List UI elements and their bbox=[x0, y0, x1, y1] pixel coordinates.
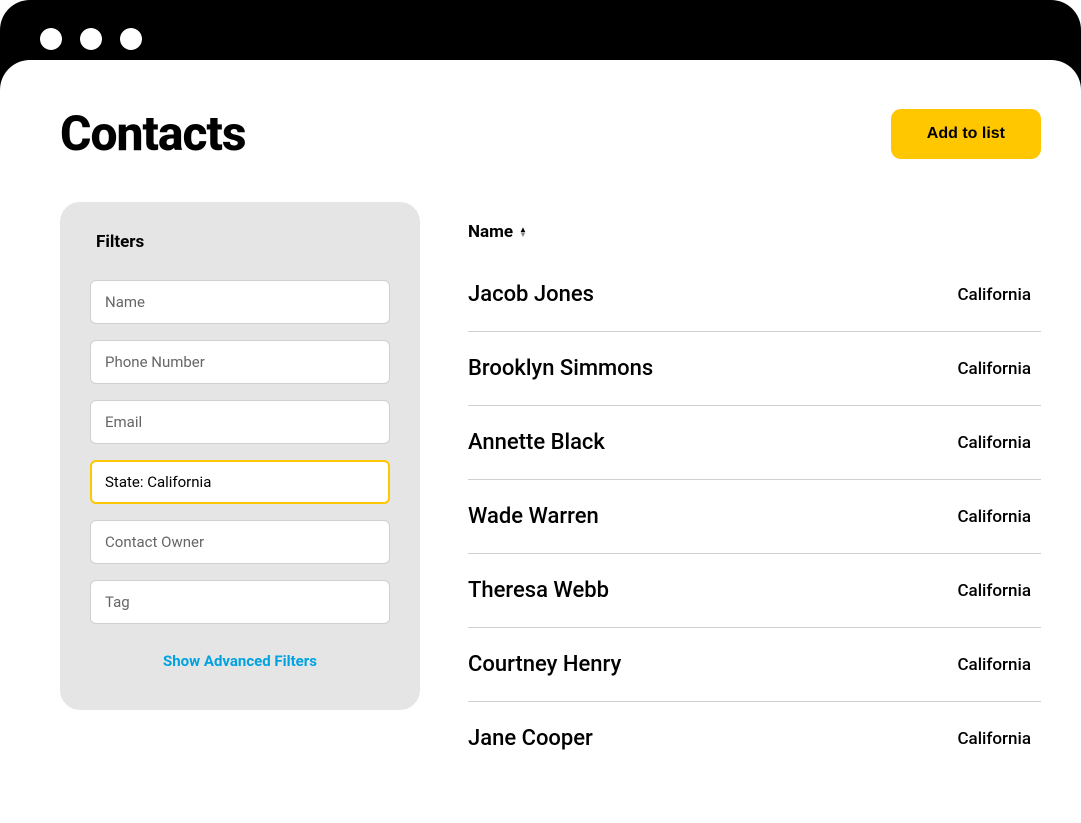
add-to-list-button[interactable]: Add to list bbox=[891, 109, 1041, 159]
content: Filters Show Advanced Filters Name ▲▼ Ja… bbox=[60, 202, 1041, 775]
contact-name: Theresa Webb bbox=[468, 578, 609, 603]
table-row[interactable]: Jane Cooper California bbox=[468, 702, 1041, 775]
table-row[interactable]: Theresa Webb California bbox=[468, 554, 1041, 628]
show-advanced-filters-link[interactable]: Show Advanced Filters bbox=[90, 652, 390, 670]
column-header-name[interactable]: Name ▲▼ bbox=[468, 222, 1041, 242]
table-row[interactable]: Jacob Jones California bbox=[468, 282, 1041, 332]
contact-name: Brooklyn Simmons bbox=[468, 356, 653, 381]
filter-state-input[interactable] bbox=[90, 460, 390, 504]
page-title: Contacts bbox=[60, 105, 245, 162]
app-window: Contacts Add to list Filters Show Advanc… bbox=[0, 60, 1081, 823]
table-row[interactable]: Courtney Henry California bbox=[468, 628, 1041, 702]
contact-state: California bbox=[957, 507, 1041, 527]
table-row[interactable]: Annette Black California bbox=[468, 406, 1041, 480]
filter-tag-input[interactable] bbox=[90, 580, 390, 624]
contact-name: Wade Warren bbox=[468, 504, 599, 529]
table-row[interactable]: Wade Warren California bbox=[468, 480, 1041, 554]
results-table: Name ▲▼ Jacob JonesCaliforniaBrooklyn Si… bbox=[468, 202, 1041, 775]
filter-name-input[interactable] bbox=[90, 280, 390, 324]
contact-state: California bbox=[957, 433, 1041, 453]
header: Contacts Add to list bbox=[60, 105, 1041, 162]
contact-name: Courtney Henry bbox=[468, 652, 621, 677]
contact-state: California bbox=[957, 655, 1041, 675]
filter-phone-input[interactable] bbox=[90, 340, 390, 384]
contact-state: California bbox=[957, 285, 1041, 305]
filter-owner-input[interactable] bbox=[90, 520, 390, 564]
table-row[interactable]: Brooklyn Simmons California bbox=[468, 332, 1041, 406]
contact-state: California bbox=[957, 729, 1041, 749]
window-dot-maximize[interactable] bbox=[120, 28, 142, 50]
contact-state: California bbox=[957, 359, 1041, 379]
contact-name: Jane Cooper bbox=[468, 726, 593, 751]
contact-name: Jacob Jones bbox=[468, 282, 594, 307]
window-dot-close[interactable] bbox=[40, 28, 62, 50]
contact-state: California bbox=[957, 581, 1041, 601]
filters-panel: Filters Show Advanced Filters bbox=[60, 202, 420, 710]
column-header-name-label: Name bbox=[468, 222, 513, 242]
window-dot-minimize[interactable] bbox=[80, 28, 102, 50]
contact-name: Annette Black bbox=[468, 430, 605, 455]
filters-title: Filters bbox=[96, 232, 390, 252]
sort-icon: ▲▼ bbox=[519, 227, 527, 237]
filter-email-input[interactable] bbox=[90, 400, 390, 444]
